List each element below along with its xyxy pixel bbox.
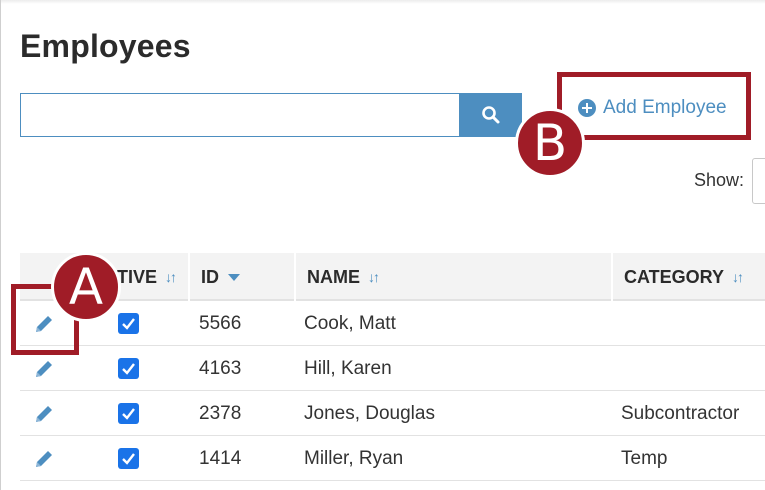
column-header-label: NAME [307, 266, 360, 287]
employee-id: 4163 [199, 357, 242, 379]
edit-pencil-icon[interactable] [32, 447, 56, 471]
employee-id: 2378 [199, 402, 242, 424]
sort-icon: ↓↑ [165, 269, 177, 285]
column-header-name[interactable]: NAME ↓↑ [307, 253, 380, 301]
column-header-id[interactable]: ID [201, 253, 240, 301]
column-divider [294, 253, 296, 301]
table-row: 1414 Miller, Ryan Temp [20, 436, 765, 481]
employees-table: TIVE ↓↑ ID NAME ↓↑ CATEGORY ↓↑ 5566 Cook… [20, 253, 765, 481]
column-header-label: CATEGORY [624, 266, 725, 287]
table-header: TIVE ↓↑ ID NAME ↓↑ CATEGORY ↓↑ [20, 253, 765, 301]
column-divider [188, 253, 190, 301]
active-checkbox[interactable] [118, 403, 139, 424]
active-checkbox[interactable] [118, 313, 139, 334]
window-top-edge [0, 0, 765, 4]
page-title: Employees [20, 28, 191, 64]
employee-name: Miller, Ryan [304, 447, 404, 469]
search-input[interactable] [20, 93, 460, 137]
page-size-select[interactable] [752, 158, 765, 204]
employee-category: Temp [621, 447, 668, 469]
callout-a-badge: A [51, 252, 121, 322]
column-header-label: TIVE [117, 266, 158, 287]
column-divider [611, 253, 613, 301]
employee-category: Subcontractor [621, 402, 740, 424]
search-icon [481, 106, 499, 124]
employee-id: 1414 [199, 447, 242, 469]
callout-b-highlight [557, 72, 751, 140]
employee-name: Hill, Karen [304, 357, 392, 379]
employee-name: Cook, Matt [304, 312, 396, 334]
sort-icon: ↓↑ [732, 269, 744, 285]
column-header-category[interactable]: CATEGORY ↓↑ [624, 253, 744, 301]
table-row: 5566 Cook, Matt [20, 301, 765, 346]
window-left-edge [0, 0, 1, 490]
search-button[interactable] [459, 93, 522, 137]
column-header-active[interactable]: TIVE ↓↑ [117, 253, 177, 301]
active-checkbox[interactable] [118, 448, 139, 469]
table-row: 2378 Jones, Douglas Subcontractor [20, 391, 765, 436]
show-label: Show: [694, 170, 745, 190]
sort-icon: ↓↑ [368, 269, 380, 285]
table-row: 4163 Hill, Karen [20, 346, 765, 391]
sort-descending-icon [228, 273, 240, 281]
edit-pencil-icon[interactable] [32, 357, 56, 381]
employee-name: Jones, Douglas [304, 402, 435, 424]
active-checkbox[interactable] [118, 358, 139, 379]
edit-pencil-icon[interactable] [32, 402, 56, 426]
column-header-label: ID [201, 266, 219, 287]
callout-b-badge: B [515, 108, 585, 178]
employee-id: 5566 [199, 312, 242, 334]
